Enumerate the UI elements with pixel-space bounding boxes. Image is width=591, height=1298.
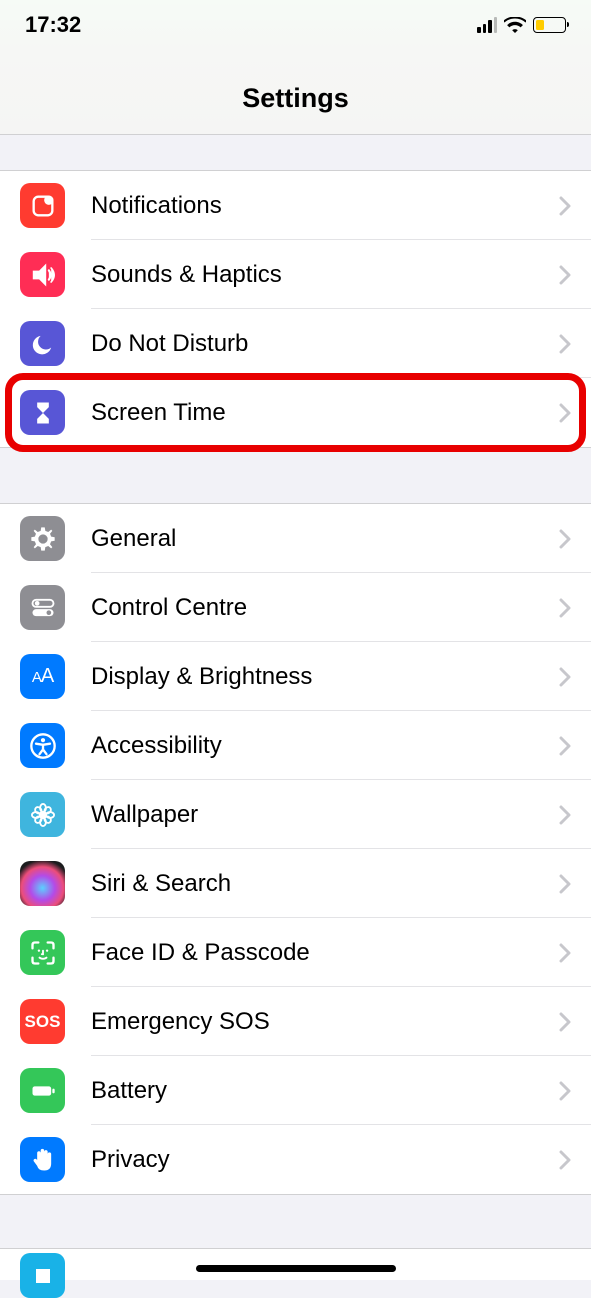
row-label: Wallpaper	[91, 801, 559, 829]
chevron-right-icon	[559, 667, 571, 687]
peek-icon	[20, 1253, 65, 1298]
row-label: Face ID & Passcode	[91, 939, 559, 967]
sos-icon: SOS	[20, 999, 65, 1044]
settings-row-screentime[interactable]: Screen Time	[0, 378, 591, 447]
row-label: Control Centre	[91, 594, 559, 622]
gear-icon	[20, 516, 65, 561]
home-indicator[interactable]	[196, 1265, 396, 1272]
battery-icon	[533, 17, 566, 33]
siri-icon	[20, 861, 65, 906]
battery-full-icon	[20, 1068, 65, 1113]
settings-row-faceid[interactable]: Face ID & Passcode	[0, 918, 591, 987]
chevron-right-icon	[559, 805, 571, 825]
notifications-icon	[20, 183, 65, 228]
chevron-right-icon	[559, 529, 571, 549]
settings-row-siri[interactable]: Siri & Search	[0, 849, 591, 918]
status-bar: 17:32	[0, 0, 591, 50]
settings-row-dnd[interactable]: Do Not Disturb	[0, 309, 591, 378]
navigation-header: Settings	[0, 50, 591, 135]
row-label: Do Not Disturb	[91, 330, 559, 358]
moon-icon	[20, 321, 65, 366]
settings-group-2: General Control Centre AA Display & Brig…	[0, 503, 591, 1195]
settings-row-accessibility[interactable]: Accessibility	[0, 711, 591, 780]
row-label: Notifications	[91, 192, 559, 220]
settings-row-notifications[interactable]: Notifications	[0, 171, 591, 240]
flower-icon	[20, 792, 65, 837]
chevron-right-icon	[559, 1150, 571, 1170]
settings-group-peek	[0, 1248, 591, 1280]
chevron-right-icon	[559, 598, 571, 618]
row-label: Siri & Search	[91, 870, 559, 898]
chevron-right-icon	[559, 943, 571, 963]
status-indicators	[477, 17, 566, 34]
wifi-icon	[504, 17, 526, 34]
cellular-icon	[477, 17, 497, 33]
chevron-right-icon	[559, 874, 571, 894]
settings-row-wallpaper[interactable]: Wallpaper	[0, 780, 591, 849]
chevron-right-icon	[559, 334, 571, 354]
row-label: Screen Time	[91, 399, 559, 427]
accessibility-icon	[20, 723, 65, 768]
row-label: Display & Brightness	[91, 663, 559, 691]
faceid-icon	[20, 930, 65, 975]
chevron-right-icon	[559, 265, 571, 285]
hand-icon	[20, 1137, 65, 1182]
chevron-right-icon	[559, 736, 571, 756]
page-title: Settings	[0, 83, 591, 114]
chevron-right-icon	[559, 196, 571, 216]
row-label: Sounds & Haptics	[91, 261, 559, 289]
row-label: Privacy	[91, 1146, 559, 1174]
chevron-right-icon	[559, 403, 571, 423]
settings-row-battery[interactable]: Battery	[0, 1056, 591, 1125]
row-label: Accessibility	[91, 732, 559, 760]
row-label: General	[91, 525, 559, 553]
settings-row-privacy[interactable]: Privacy	[0, 1125, 591, 1194]
settings-row-control-centre[interactable]: Control Centre	[0, 573, 591, 642]
settings-group-1: Notifications Sounds & Haptics Do Not Di…	[0, 170, 591, 448]
settings-row-general[interactable]: General	[0, 504, 591, 573]
settings-row-display[interactable]: AA Display & Brightness	[0, 642, 591, 711]
row-label: Battery	[91, 1077, 559, 1105]
settings-row-sounds[interactable]: Sounds & Haptics	[0, 240, 591, 309]
chevron-right-icon	[559, 1081, 571, 1101]
status-time: 17:32	[25, 12, 81, 38]
text-size-icon: AA	[20, 654, 65, 699]
settings-row-sos[interactable]: SOS Emergency SOS	[0, 987, 591, 1056]
sounds-icon	[20, 252, 65, 297]
row-label: Emergency SOS	[91, 1008, 559, 1036]
hourglass-icon	[20, 390, 65, 435]
chevron-right-icon	[559, 1012, 571, 1032]
toggles-icon	[20, 585, 65, 630]
